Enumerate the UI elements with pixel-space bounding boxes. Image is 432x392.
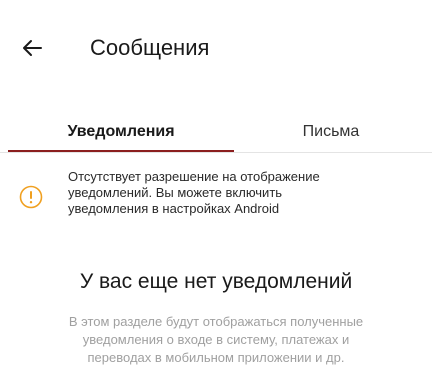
- app-header: Сообщения: [0, 0, 432, 96]
- page-title: Сообщения: [90, 35, 210, 60]
- active-tab-indicator: [8, 150, 234, 152]
- notice-line: Отсутствует разрешение на отображение: [68, 169, 320, 184]
- notice-line: уведомлений. Вы можете включить: [68, 185, 283, 200]
- empty-state-title: У вас еще нет уведомлений: [79, 270, 353, 293]
- notice-line: уведомления в настройках Android: [68, 201, 280, 216]
- tab-bar: Уведомления Письма: [0, 112, 432, 154]
- tab-divider: [0, 152, 432, 153]
- description-line: В этом разделе будут отображаться получе…: [68, 314, 364, 329]
- empty-state-description: В этом разделе будут отображаться получе…: [0, 313, 432, 367]
- description-line: уведомления о входе в систему, платежах …: [82, 332, 350, 347]
- notice-text: Отсутствует разрешение на отображение ув…: [68, 169, 418, 217]
- description-line: переводах в мобильном приложении и др.: [87, 350, 345, 365]
- back-button[interactable]: [18, 34, 46, 62]
- tab-letters[interactable]: Письма: [236, 112, 426, 152]
- arrow-left-icon: [23, 40, 42, 56]
- permission-notice: Отсутствует разрешение на отображение ув…: [0, 165, 432, 235]
- tab-notifications[interactable]: Уведомления: [8, 112, 234, 152]
- warning-icon: [19, 185, 43, 209]
